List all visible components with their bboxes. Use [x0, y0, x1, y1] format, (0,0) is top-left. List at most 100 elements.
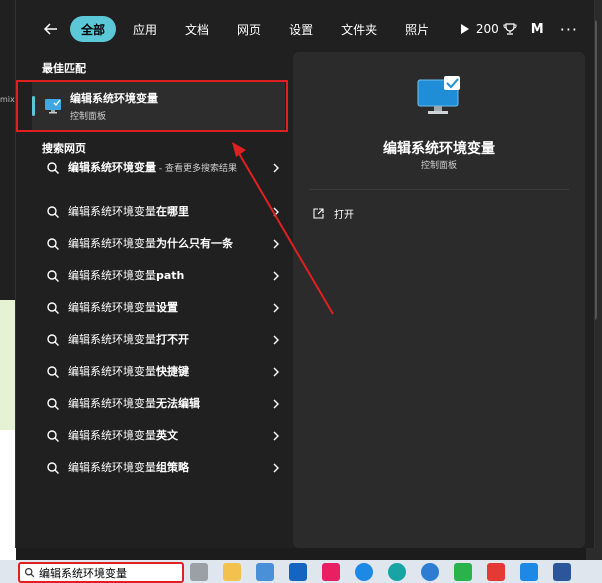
query-completion: path — [156, 269, 185, 282]
query-completion: 组策略 — [156, 461, 189, 474]
best-match-name: 编辑系统环境变量 — [70, 92, 158, 105]
detail-subtitle: 控制面板 — [420, 161, 457, 171]
background-dark-region — [0, 0, 16, 300]
web-search-heading: 搜索网页 — [42, 142, 86, 155]
query-base: 编辑系统环境变量 — [68, 333, 156, 346]
open-action[interactable]: 打开 — [313, 206, 354, 221]
web-search-label: 编辑系统环境变量path — [68, 268, 258, 283]
detail-title: 编辑系统环境变量 — [383, 141, 495, 157]
query-completion: 在哪里 — [156, 205, 189, 218]
query-base: 编辑系统环境变量 — [68, 161, 156, 174]
vscode-icon[interactable] — [520, 563, 538, 581]
system-properties-icon — [417, 76, 460, 114]
query-completion: 设置 — [156, 301, 178, 314]
more-filters-button[interactable] — [454, 16, 476, 42]
filter-apps[interactable]: 应用 — [122, 16, 168, 42]
chevron-right-icon — [273, 163, 279, 173]
selection-indicator — [32, 96, 35, 116]
open-external-icon — [313, 208, 324, 219]
query-base: 编辑系统环境变量 — [68, 429, 156, 442]
web-search-label: 编辑系统环境变量英文 — [68, 428, 258, 443]
web-search-item[interactable]: 编辑系统环境变量在哪里 — [32, 204, 286, 236]
background-light-region — [0, 300, 16, 430]
query-suffix: - 查看更多搜索结果 — [156, 164, 237, 174]
web-search-label: 编辑系统环境变量组策略 — [68, 460, 258, 475]
web-search-item[interactable]: 编辑系统环境变量无法编辑 — [32, 396, 286, 428]
search-icon — [47, 366, 59, 378]
web-search-label: 编辑系统环境变量快捷键 — [68, 364, 258, 379]
system-properties-icon — [45, 99, 61, 114]
query-base: 编辑系统环境变量 — [68, 461, 156, 474]
web-search-label: 编辑系统环境变量无法编辑 — [68, 396, 258, 411]
account-area: 200 M ··· — [476, 12, 578, 46]
app-pink-icon[interactable] — [322, 563, 340, 581]
search-filter-bar: 全部 应用 文档 网页 设置 文件夹 照片 200 M ··· — [16, 12, 596, 46]
best-match-result[interactable]: 编辑系统环境变量 控制面板 — [32, 80, 285, 132]
web-search-item[interactable]: 编辑系统环境变量设置 — [32, 300, 286, 332]
chevron-right-icon — [273, 271, 279, 281]
web-search-label: 编辑系统环境变量为什么只有一条 — [68, 236, 258, 251]
chevron-right-icon — [273, 239, 279, 249]
points-value: 200 — [475, 22, 499, 36]
back-button[interactable] — [38, 16, 64, 42]
web-search-item[interactable]: 编辑系统环境变量 - 查看更多搜索结果 — [32, 160, 286, 204]
query-completion: 英文 — [156, 429, 178, 442]
lens-l-icon[interactable] — [289, 563, 307, 581]
desktop-background-left: mixe — [0, 0, 19, 560]
taskbar: 编辑系统环境变量 — [0, 560, 602, 583]
query-base: 编辑系统环境变量 — [68, 237, 156, 250]
filter-web[interactable]: 网页 — [226, 16, 272, 42]
web-search-item[interactable]: 编辑系统环境变量path — [32, 268, 286, 300]
web-search-label: 编辑系统环境变量在哪里 — [68, 204, 258, 219]
edge-icon[interactable] — [388, 563, 406, 581]
web-search-label: 编辑系统环境变量设置 — [68, 300, 258, 315]
rewards-points[interactable]: 200 — [476, 22, 517, 36]
search-icon — [47, 270, 59, 282]
detail-divider — [309, 189, 569, 190]
chevron-right-icon — [273, 463, 279, 473]
query-base: 编辑系统环境变量 — [68, 301, 156, 314]
word-icon[interactable] — [553, 563, 571, 581]
store-icon[interactable] — [256, 563, 274, 581]
account-avatar[interactable]: M — [531, 22, 544, 37]
filter-settings[interactable]: 设置 — [278, 16, 324, 42]
web-search-item[interactable]: 编辑系统环境变量快捷键 — [32, 364, 286, 396]
wechat-icon[interactable] — [454, 563, 472, 581]
filter-photos[interactable]: 照片 — [394, 16, 440, 42]
file-explorer-icon[interactable] — [223, 563, 241, 581]
start-search-panel: 全部 应用 文档 网页 设置 文件夹 照片 200 M ··· 最佳匹配 编辑系… — [15, 0, 595, 548]
best-match-heading: 最佳匹配 — [42, 62, 86, 75]
arrow-left-icon — [43, 23, 57, 35]
query-base: 编辑系统环境变量 — [68, 397, 156, 410]
filter-all[interactable]: 全部 — [70, 16, 117, 42]
taskbar-search-value: 编辑系统环境变量 — [39, 566, 127, 580]
more-options-button[interactable]: ··· — [560, 20, 578, 39]
taskbar-search-box[interactable]: 编辑系统环境变量 — [18, 562, 184, 583]
chevron-right-icon — [273, 431, 279, 441]
query-completion: 为什么只有一条 — [156, 237, 233, 250]
edge-dev-icon[interactable] — [421, 563, 439, 581]
web-search-label: 编辑系统环境变量 - 查看更多搜索结果 — [68, 160, 258, 177]
query-base: 编辑系统环境变量 — [68, 365, 156, 378]
best-match-subtitle: 控制面板 — [70, 112, 107, 122]
filter-documents[interactable]: 文档 — [174, 16, 220, 42]
search-icon — [47, 206, 59, 218]
search-icon — [47, 430, 59, 442]
chevron-right-icon — [273, 335, 279, 345]
search-icon — [47, 398, 59, 410]
chevron-right-icon — [273, 367, 279, 377]
results-column: 最佳匹配 编辑系统环境变量 控制面板 搜索网页 编辑系统环境变量 - 查看更多搜… — [16, 52, 286, 542]
web-search-item[interactable]: 编辑系统环境变量为什么只有一条 — [32, 236, 286, 268]
filter-folders[interactable]: 文件夹 — [330, 16, 388, 42]
app-k-icon[interactable] — [355, 563, 373, 581]
play-icon — [461, 24, 470, 34]
best-match-texts: 编辑系统环境变量 控制面板 — [70, 90, 158, 122]
web-search-item[interactable]: 编辑系统环境变量英文 — [32, 428, 286, 460]
query-completion: 打不开 — [156, 333, 189, 346]
wps-icon[interactable] — [487, 563, 505, 581]
query-completion: 无法编辑 — [156, 397, 200, 410]
file-stack-icon[interactable] — [190, 563, 208, 581]
web-search-item[interactable]: 编辑系统环境变量组策略 — [32, 460, 286, 492]
web-search-item[interactable]: 编辑系统环境变量打不开 — [32, 332, 286, 364]
result-detail-pane: 编辑系统环境变量 控制面板 打开 — [293, 52, 585, 548]
